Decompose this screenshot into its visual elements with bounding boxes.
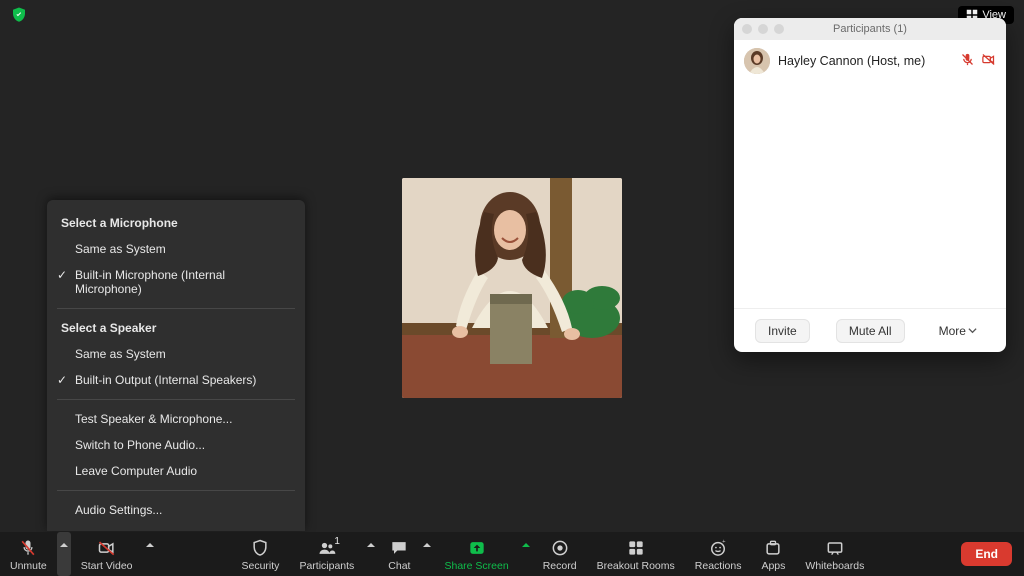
mute-all-button[interactable]: Mute All	[836, 319, 905, 343]
video-off-icon	[97, 538, 117, 558]
speaker-section-title: Select a Speaker	[47, 315, 305, 341]
audio-settings-popover: Select a Microphone Same as System ✓Buil…	[47, 200, 305, 531]
mic-muted-icon	[960, 52, 975, 70]
mic-option[interactable]: Same as System	[47, 236, 305, 262]
chevron-down-icon	[968, 326, 977, 335]
self-video-tile[interactable]	[402, 178, 622, 398]
shield-icon	[250, 538, 270, 558]
participants-titlebar[interactable]: Participants (1)	[734, 18, 1006, 40]
share-caret[interactable]	[519, 532, 533, 576]
leave-computer-audio-item[interactable]: Leave Computer Audio	[47, 458, 305, 484]
encryption-shield-icon[interactable]	[10, 6, 28, 24]
record-icon	[550, 538, 570, 558]
breakout-rooms-button[interactable]: Breakout Rooms	[587, 532, 685, 576]
unmute-button[interactable]: Unmute	[0, 532, 57, 576]
security-button[interactable]: Security	[232, 532, 290, 576]
chat-caret[interactable]	[420, 532, 434, 576]
video-off-icon	[981, 52, 996, 70]
mic-muted-icon	[18, 538, 38, 558]
chat-icon	[389, 538, 409, 558]
invite-button[interactable]: Invite	[755, 319, 810, 343]
start-video-button[interactable]: Start Video	[71, 532, 143, 576]
participants-button[interactable]: 1 Participants	[289, 532, 364, 576]
reactions-button[interactable]: + Reactions	[685, 532, 752, 576]
meeting-stage: View	[0, 0, 1024, 576]
mic-section-title: Select a Microphone	[47, 210, 305, 236]
apps-icon	[763, 538, 783, 558]
mic-option[interactable]: ✓Built-in Microphone (Internal Microphon…	[47, 262, 305, 302]
apps-button[interactable]: Apps	[751, 532, 795, 576]
audio-caret[interactable]	[57, 532, 71, 576]
record-button[interactable]: Record	[533, 532, 587, 576]
participants-caret[interactable]	[364, 532, 378, 576]
meeting-toolbar: Unmute Start Video Security 1 Participan…	[0, 532, 1024, 576]
participant-row[interactable]: Hayley Cannon (Host, me)	[744, 48, 996, 74]
speaker-option[interactable]: Same as System	[47, 341, 305, 367]
whiteboards-button[interactable]: Whiteboards	[795, 532, 874, 576]
breakout-icon	[626, 538, 646, 558]
svg-text:+: +	[722, 539, 726, 545]
participant-name: Hayley Cannon (Host, me)	[778, 54, 952, 68]
participants-more-button[interactable]: More	[931, 320, 985, 342]
whiteboard-icon	[825, 538, 845, 558]
participants-list: Hayley Cannon (Host, me)	[734, 40, 1006, 308]
avatar	[744, 48, 770, 74]
test-speaker-mic-item[interactable]: Test Speaker & Microphone...	[47, 406, 305, 432]
audio-settings-item[interactable]: Audio Settings...	[47, 497, 305, 523]
video-caret[interactable]	[143, 532, 157, 576]
participants-count-badge: 1	[334, 536, 340, 547]
share-screen-button[interactable]: Share Screen	[434, 532, 518, 576]
end-meeting-button[interactable]: End	[961, 542, 1012, 566]
participants-footer: Invite Mute All More	[734, 308, 1006, 352]
window-traffic-lights[interactable]	[742, 24, 784, 34]
share-screen-icon	[467, 538, 487, 558]
switch-phone-audio-item[interactable]: Switch to Phone Audio...	[47, 432, 305, 458]
chat-button[interactable]: Chat	[378, 532, 420, 576]
speaker-option[interactable]: ✓Built-in Output (Internal Speakers)	[47, 367, 305, 393]
reactions-icon: +	[708, 538, 728, 558]
participants-panel: Participants (1) Hayley Cannon (Host, me…	[734, 18, 1006, 352]
more-label: More	[939, 324, 966, 338]
